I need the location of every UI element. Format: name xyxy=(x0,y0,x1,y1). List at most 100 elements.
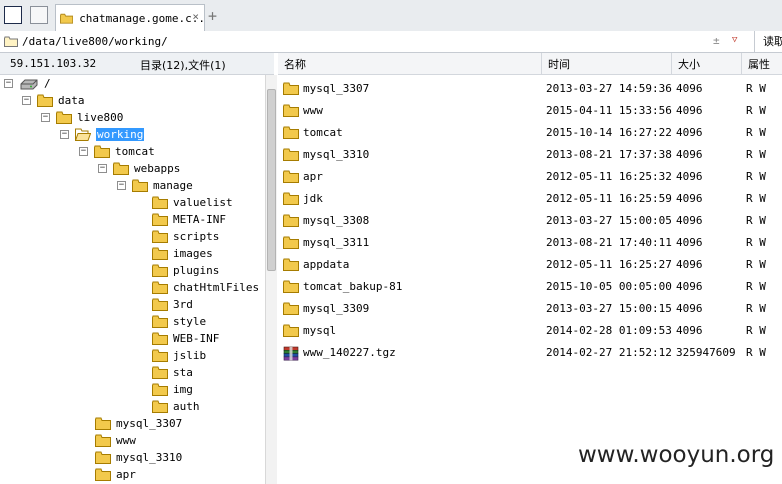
tree-node[interactable]: 3rd xyxy=(152,296,193,313)
column-name[interactable]: 名称 xyxy=(284,56,306,72)
tree-node[interactable]: − data xyxy=(22,92,85,109)
tab-title: chatmanage.gome.c... xyxy=(79,11,204,25)
file-name: www_140227.tgz xyxy=(303,346,396,359)
list-item[interactable]: appdata 2012-05-11 16:25:27 4096 R W xyxy=(278,253,782,275)
read-button[interactable]: 读取 xyxy=(754,31,782,52)
column-time[interactable]: 时间 xyxy=(548,56,570,72)
chevron-down-icon[interactable]: ▽ xyxy=(732,35,737,45)
tree-node[interactable]: WEB-INF xyxy=(152,330,219,347)
file-size: 4096 xyxy=(676,170,703,183)
tree-node[interactable]: − manage xyxy=(117,177,193,194)
list-item[interactable]: jdk 2012-05-11 16:25:59 4096 R W xyxy=(278,187,782,209)
list-item[interactable]: mysql_3308 2013-03-27 15:00:05 4096 R W xyxy=(278,209,782,231)
tree-label: chatHtmlFiles xyxy=(173,281,260,294)
collapse-toggle[interactable]: − xyxy=(4,79,13,88)
tree-node[interactable]: scripts xyxy=(152,228,219,245)
file-attr: R W xyxy=(746,82,766,95)
tree-node[interactable]: − live800 xyxy=(41,109,123,126)
tree-label: mysql_3307 xyxy=(116,417,183,430)
tree-node[interactable]: auth xyxy=(152,398,200,415)
collapse-toggle[interactable]: − xyxy=(22,96,31,105)
tree-scrollbar[interactable] xyxy=(265,75,277,484)
tree-node[interactable]: valuelist xyxy=(152,194,233,211)
folder-icon xyxy=(95,417,111,430)
file-name: mysql_3307 xyxy=(303,82,370,95)
folder-icon xyxy=(283,104,299,117)
list-item[interactable]: mysql_3310 2013-08-21 17:37:38 4096 R W xyxy=(278,143,782,165)
collapse-toggle[interactable]: − xyxy=(41,113,50,122)
tree-node[interactable]: apr xyxy=(95,466,136,483)
file-time: 2014-02-28 01:09:53 xyxy=(546,324,672,337)
tree-label: mysql_3310 xyxy=(116,451,183,464)
tree-node[interactable]: jslib xyxy=(152,347,206,364)
folder-icon xyxy=(152,264,168,277)
bookmark-icon[interactable]: ± xyxy=(713,34,720,47)
file-name: mysql xyxy=(303,324,337,337)
collapse-toggle[interactable]: − xyxy=(117,181,126,190)
tree-node[interactable]: mysql_3307 xyxy=(95,415,182,432)
tab-list-button[interactable] xyxy=(30,6,48,24)
list-item[interactable]: mysql_3309 2013-03-27 15:00:15 4096 R W xyxy=(278,297,782,319)
tree-node[interactable]: mysql_3310 xyxy=(95,449,182,466)
list-item[interactable]: tomcat_bakup-81 2015-10-05 00:05:00 4096 R … xyxy=(278,275,782,297)
address-bar: /data/live800/working/ ± ▽ 读取 xyxy=(0,31,782,53)
file-time: 2013-08-21 17:37:38 xyxy=(546,148,672,161)
tree-node[interactable]: img xyxy=(152,381,193,398)
file-attr: R W xyxy=(746,280,766,293)
folder-icon xyxy=(152,298,168,311)
folder-icon xyxy=(152,366,168,379)
tree-node[interactable]: − webapps xyxy=(98,160,180,177)
collapse-toggle[interactable]: − xyxy=(98,164,107,173)
panel-toggle-button[interactable] xyxy=(4,6,22,24)
file-size: 4096 xyxy=(676,258,703,271)
folder-icon xyxy=(152,315,168,328)
column-divider[interactable] xyxy=(541,53,542,74)
new-tab-button[interactable]: + xyxy=(208,7,217,25)
list-item[interactable]: mysql 2014-02-28 01:09:53 4096 R W xyxy=(278,319,782,341)
tab-chatmanage[interactable]: chatmanage.gome.c... × xyxy=(55,4,205,31)
tree-node[interactable]: − tomcat xyxy=(79,143,155,160)
tree-node[interactable]: images xyxy=(152,245,213,262)
file-name: www xyxy=(303,104,323,117)
tree-node[interactable]: − / xyxy=(4,75,51,92)
column-divider[interactable] xyxy=(741,53,742,74)
file-time: 2013-03-27 15:00:05 xyxy=(546,214,672,227)
file-attr: R W xyxy=(746,236,766,249)
list-item[interactable]: www_140227.tgz 2014-02-27 21:52:12 3259476… xyxy=(278,341,782,363)
list-item[interactable]: mysql_3307 2013-03-27 14:59:36 4096 R W xyxy=(278,77,782,99)
column-divider[interactable] xyxy=(671,53,672,74)
tree-label: data xyxy=(58,94,85,107)
tree-label: jslib xyxy=(173,349,207,362)
tree-node[interactable]: chatHtmlFiles xyxy=(152,279,259,296)
tree-node-selected[interactable]: − working xyxy=(60,126,145,143)
close-icon[interactable]: × xyxy=(192,10,199,23)
file-time: 2013-03-27 14:59:36 xyxy=(546,82,672,95)
path-input[interactable]: /data/live800/working/ xyxy=(22,35,168,48)
tab-bar: chatmanage.gome.c... × + xyxy=(0,0,782,32)
item-counts: 目录(12),文件(1) xyxy=(140,59,226,72)
file-name: apr xyxy=(303,170,323,183)
folder-icon xyxy=(152,281,168,294)
folder-icon xyxy=(56,111,72,124)
collapse-toggle[interactable]: − xyxy=(79,147,88,156)
tree-node[interactable]: META-INF xyxy=(152,211,226,228)
folder-icon xyxy=(283,280,299,293)
tree-label: valuelist xyxy=(173,196,233,209)
tree-node[interactable]: style xyxy=(152,313,206,330)
collapse-toggle[interactable]: − xyxy=(60,130,69,139)
scrollbar-thumb[interactable] xyxy=(267,89,276,271)
column-attr[interactable]: 属性 xyxy=(748,56,770,72)
column-size[interactable]: 大小 xyxy=(678,56,700,72)
folder-icon xyxy=(60,13,74,24)
archive-icon xyxy=(283,346,299,361)
tree-node[interactable]: plugins xyxy=(152,262,219,279)
tree-label: working xyxy=(96,128,145,141)
tree-label: apr xyxy=(116,468,136,481)
list-item[interactable]: mysql_3311 2013-08-21 17:40:11 4096 R W xyxy=(278,231,782,253)
list-item[interactable]: tomcat 2015-10-14 16:27:22 4096 R W xyxy=(278,121,782,143)
tree-node[interactable]: sta xyxy=(152,364,193,381)
tree-node[interactable]: www xyxy=(95,432,136,449)
list-item[interactable]: apr 2012-05-11 16:25:32 4096 R W xyxy=(278,165,782,187)
list-item[interactable]: www 2015-04-11 15:33:56 4096 R W xyxy=(278,99,782,121)
file-attr: R W xyxy=(746,214,766,227)
